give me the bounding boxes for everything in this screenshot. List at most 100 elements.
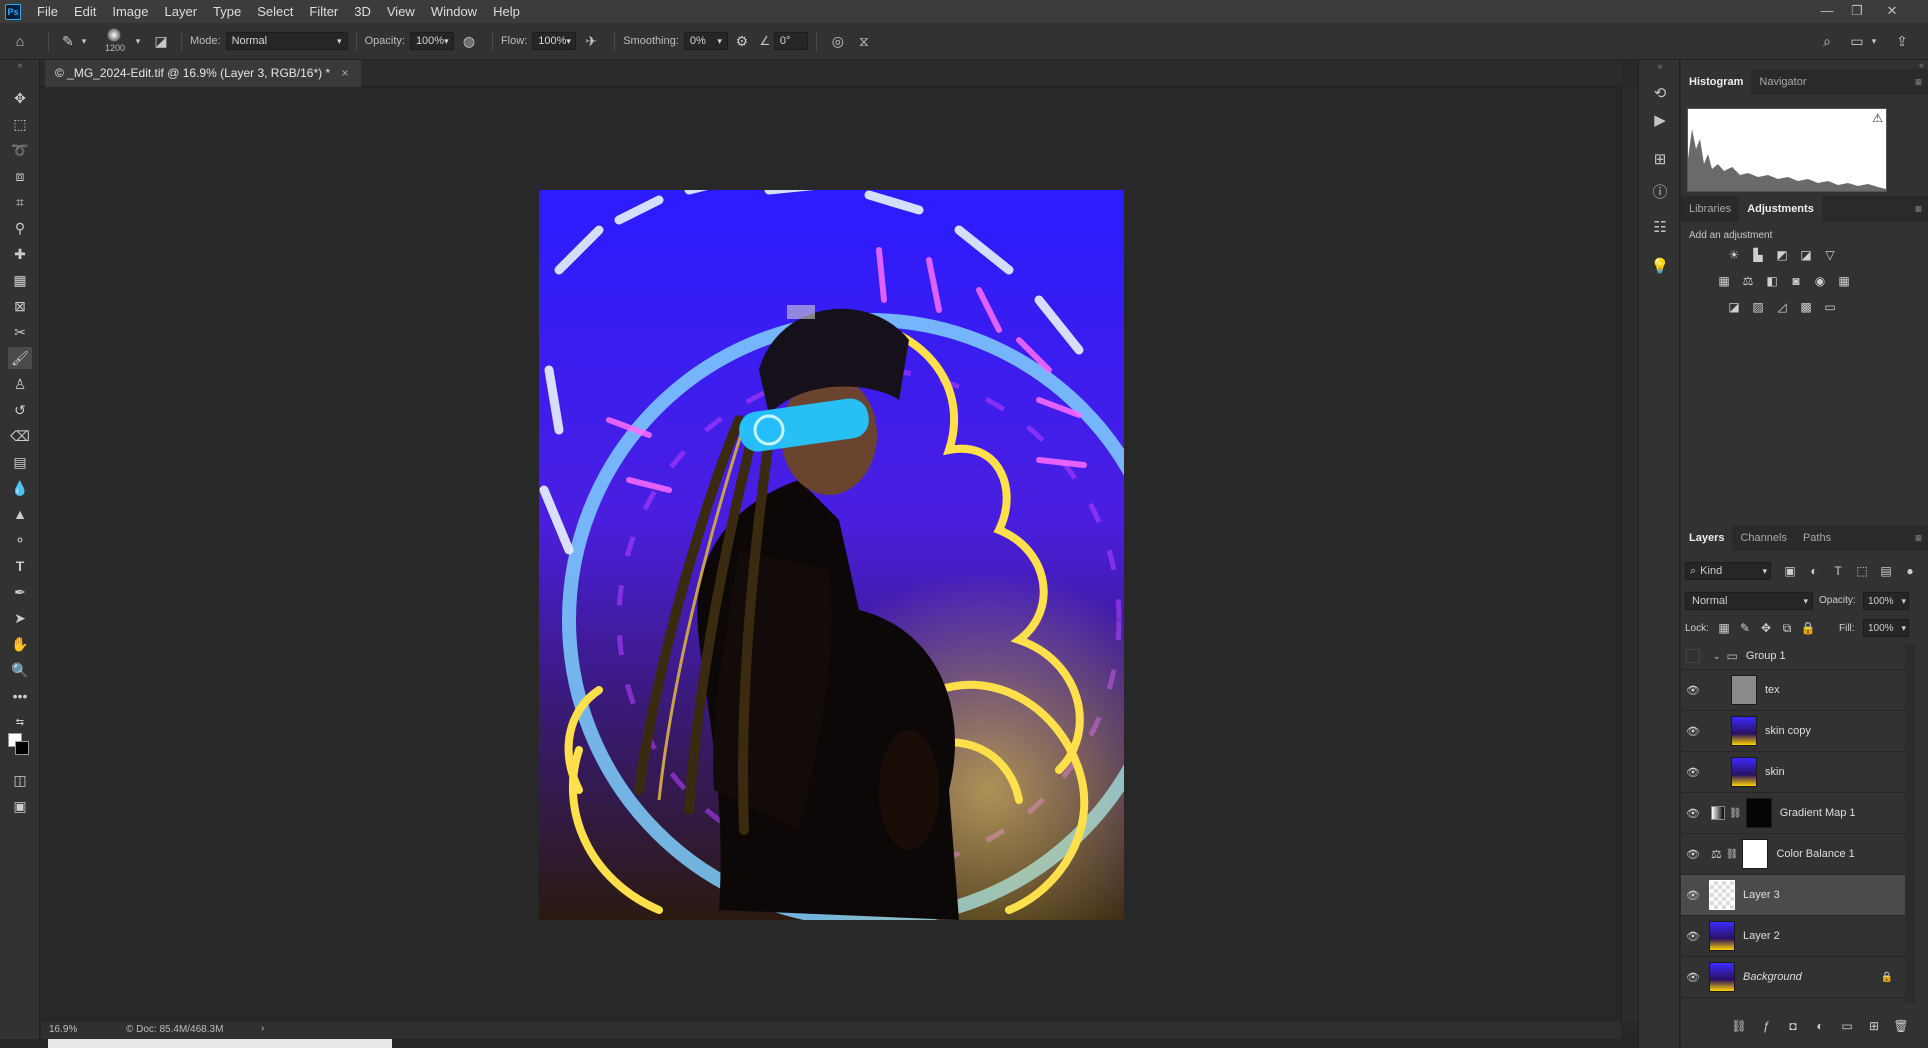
curves-icon[interactable]: ◩ <box>1773 246 1791 264</box>
tab-paths[interactable]: Paths <box>1795 525 1839 551</box>
crop-tool-icon[interactable]: ⌗ <box>8 191 32 213</box>
eye-icon[interactable]: 👁 <box>1681 766 1705 779</box>
marquee-tool-icon[interactable]: ⬚ <box>8 113 32 135</box>
home-icon[interactable]: ⌂ <box>0 33 40 49</box>
gear-icon[interactable]: ⚙ <box>728 33 756 50</box>
new-adjustment-icon[interactable]: ◐ <box>1811 1017 1829 1035</box>
brush-tool-icon[interactable]: 🖌 <box>8 347 32 369</box>
lock-all-icon[interactable]: 🔒 <box>1799 619 1817 637</box>
properties-icon[interactable]: ⊞ <box>1649 148 1671 170</box>
lock-transparent-icon[interactable]: ▦ <box>1715 619 1733 637</box>
type-filter-icon[interactable]: T <box>1829 562 1847 580</box>
symmetry-icon[interactable]: ⧖ <box>851 33 877 50</box>
color-balance-icon[interactable]: ⚖ <box>1739 272 1757 290</box>
collapse-panels-icon[interactable]: « <box>1649 60 1671 72</box>
layer-row-selected[interactable]: 👁 Layer 3 <box>1681 875 1905 916</box>
share-icon[interactable]: ⇪ <box>1890 33 1914 50</box>
minimize-button[interactable]: — <box>1812 0 1842 23</box>
layer-row[interactable]: 👁 skin copy <box>1681 711 1905 752</box>
pressure-opacity-icon[interactable]: ◍ <box>454 33 484 50</box>
menu-image[interactable]: Image <box>104 0 156 23</box>
layer-opacity-field[interactable]: 100% ▾ <box>1863 592 1909 610</box>
eye-icon[interactable]: 👁 <box>1681 971 1705 984</box>
search-icon[interactable]: ⌕ <box>1815 33 1839 50</box>
comments-icon[interactable]: ☷ <box>1649 216 1671 238</box>
panel-menu-icon[interactable]: ≡ <box>1915 75 1922 89</box>
patch-tool-icon[interactable]: ▦ <box>8 269 32 291</box>
menu-edit[interactable]: Edit <box>66 0 104 23</box>
warning-icon[interactable]: ⚠ <box>1872 111 1883 125</box>
lock-artboard-icon[interactable]: ⧉ <box>1778 619 1796 637</box>
layer-mask-thumbnail[interactable] <box>1742 839 1769 869</box>
object-select-tool-icon[interactable]: ⧈ <box>8 165 32 187</box>
adjustment-filter-icon[interactable]: ◐ <box>1805 562 1823 580</box>
chevron-down-icon[interactable]: ▾ <box>1868 36 1880 47</box>
vibrance-icon[interactable]: ▽ <box>1821 246 1839 264</box>
frame-tool-icon[interactable]: ⊠ <box>8 295 32 317</box>
pen-tool-icon[interactable]: ✒ <box>8 581 32 603</box>
lasso-tool-icon[interactable]: ➰ <box>8 139 32 161</box>
tab-navigator[interactable]: Navigator <box>1751 69 1814 95</box>
pressure-size-icon[interactable]: ◎ <box>825 33 851 50</box>
clone-stamp-tool-icon[interactable]: ♙ <box>8 373 32 395</box>
black-white-icon[interactable]: ◧ <box>1763 272 1781 290</box>
brush-preset-icon[interactable]: ✎ <box>57 33 79 50</box>
layer-row[interactable]: 👁 ⛓ Gradient Map 1 <box>1681 793 1905 834</box>
color-lookup-icon[interactable]: ▦ <box>1835 272 1853 290</box>
screen-mode-icon[interactable]: ▣ <box>8 795 32 817</box>
brightness-icon[interactable]: ☀ <box>1725 246 1743 264</box>
levels-icon[interactable]: ▙ <box>1749 246 1767 264</box>
chevron-down-icon[interactable]: ▾ <box>79 36 89 47</box>
menu-filter[interactable]: Filter <box>301 0 346 23</box>
eyedropper-tool-icon[interactable]: ⚲ <box>8 217 32 239</box>
eye-icon[interactable]: 👁 <box>1681 725 1705 738</box>
canvas-vertical-scrollbar[interactable] <box>1621 87 1638 1022</box>
menu-3d[interactable]: 3D <box>346 0 379 23</box>
gradient-tool-icon[interactable]: ▤ <box>8 451 32 473</box>
menu-type[interactable]: Type <box>205 0 249 23</box>
layer-row[interactable]: 👁 tex <box>1681 670 1905 711</box>
history-brush-tool-icon[interactable]: ↺ <box>8 399 32 421</box>
new-layer-icon[interactable]: ⊞ <box>1865 1017 1883 1035</box>
history-icon[interactable]: ⟲ <box>1649 82 1671 104</box>
learn-lightbulb-icon[interactable]: 💡 <box>1649 255 1671 277</box>
chevron-down-icon[interactable]: ▾ <box>133 36 143 47</box>
layer-row-group[interactable]: ⌄ ▭ Group 1 <box>1681 643 1905 670</box>
layer-mask-thumbnail[interactable] <box>1745 798 1772 828</box>
angle-field[interactable]: 0° <box>773 32 808 50</box>
invert-icon[interactable]: ◪ <box>1725 298 1743 316</box>
add-mask-icon[interactable]: ◘ <box>1784 1017 1802 1035</box>
threshold-icon[interactable]: ◿ <box>1773 298 1791 316</box>
swap-colors-icon[interactable]: ⇆ <box>8 715 32 729</box>
layers-scrollbar[interactable] <box>1905 643 1915 1003</box>
tab-channels[interactable]: Channels <box>1732 525 1794 551</box>
close-window-button[interactable]: ✕ <box>1877 0 1907 23</box>
exposure-icon[interactable]: ◪ <box>1797 246 1815 264</box>
document-canvas-image[interactable] <box>539 190 1124 920</box>
dodge-tool-icon[interactable]: ⚬ <box>8 529 32 551</box>
smart-object-filter-icon[interactable]: ▤ <box>1877 562 1895 580</box>
pixel-filter-icon[interactable]: ▣ <box>1781 562 1799 580</box>
move-tool-icon[interactable]: ✥ <box>8 87 32 109</box>
blend-mode-select[interactable]: Normal ▾ <box>1685 592 1813 610</box>
more-tools-icon[interactable]: ••• <box>8 685 32 707</box>
opacity-field[interactable]: 100% ▾ <box>409 32 454 50</box>
eye-icon[interactable]: 👁 <box>1681 807 1705 820</box>
lock-icon[interactable]: 🔒 <box>1881 972 1893 983</box>
tab-histogram[interactable]: Histogram <box>1681 69 1752 95</box>
airbrush-icon[interactable]: ✈ <box>576 33 606 50</box>
menu-layer[interactable]: Layer <box>157 0 206 23</box>
tab-adjustments[interactable]: Adjustments <box>1739 196 1822 222</box>
healing-brush-tool-icon[interactable]: ✚ <box>8 243 32 265</box>
path-select-tool-icon[interactable]: ➤ <box>8 607 32 629</box>
collapse-toolbar-icon[interactable]: » <box>8 60 32 70</box>
visibility-box[interactable] <box>1686 649 1700 663</box>
lock-position-icon[interactable]: ✥ <box>1757 619 1775 637</box>
zoom-tool-icon[interactable]: 🔍 <box>8 659 32 681</box>
layer-row[interactable]: 👁 Layer 2 <box>1681 916 1905 957</box>
brush-settings-icon[interactable]: ◪ <box>149 33 173 50</box>
lock-pixels-icon[interactable]: ✎ <box>1736 619 1754 637</box>
channel-mixer-icon[interactable]: ◉ <box>1811 272 1829 290</box>
layer-row[interactable]: 👁 ⚖ ⛓ Color Balance 1 <box>1681 834 1905 875</box>
quick-mask-icon[interactable]: ◫ <box>8 769 32 791</box>
